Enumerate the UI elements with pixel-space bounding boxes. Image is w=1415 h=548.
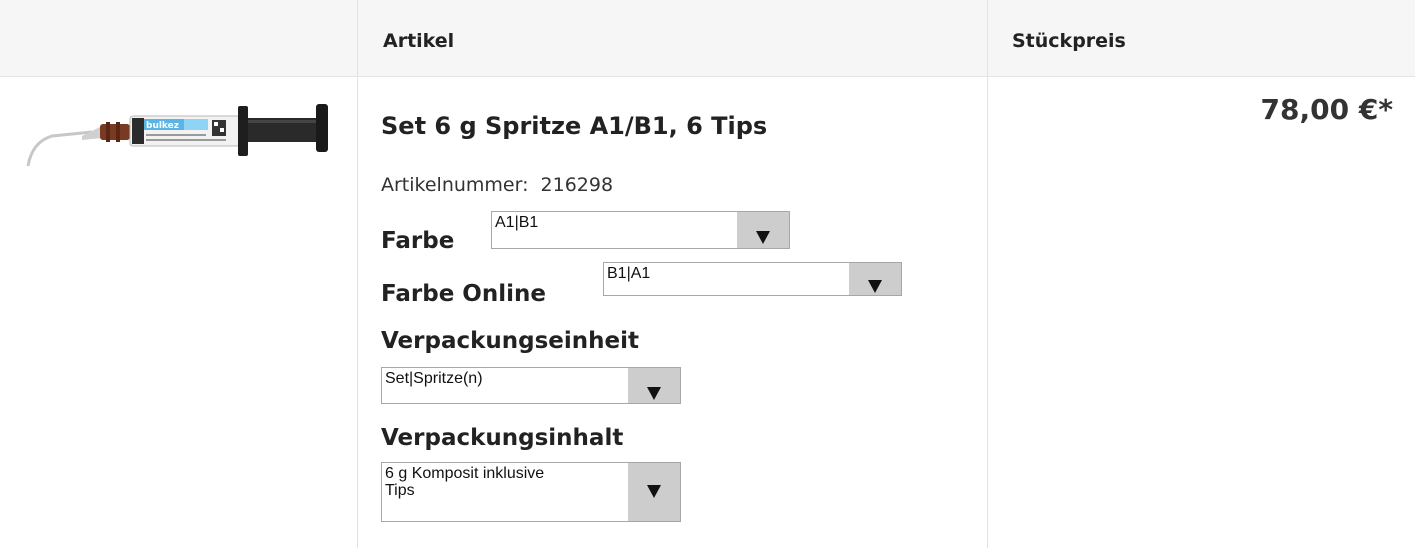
cart-table: Artikel Stückpreis bulkez Set 6 g Spritz… (0, 0, 1415, 548)
unit-price: 78,00 €* (1260, 93, 1393, 126)
farbe-online-select-arrow-box[interactable] (849, 263, 901, 295)
option-label-verpackungseinheit: Verpackungseinheit (381, 328, 640, 354)
verpackungsinhalt-select-arrow-box[interactable] (628, 463, 680, 521)
article-number-label: Artikelnummer: (381, 174, 529, 196)
verpackungsinhalt-select[interactable]: 6 g Komposit inklusive Tips (381, 462, 681, 522)
table-header: Artikel Stückpreis (0, 0, 1415, 77)
farbe-select-value: A1|B1 (495, 214, 539, 231)
column-divider (357, 0, 358, 548)
verpackungseinheit-select[interactable]: Set|Spritze(n) (381, 367, 681, 404)
column-header-artikel: Artikel (383, 30, 455, 52)
column-divider (987, 0, 988, 548)
syringe-brand-text: bulkez (146, 121, 179, 131)
article-number-value: 216298 (540, 174, 614, 196)
option-label-farbe: Farbe (381, 228, 455, 254)
verpackungseinheit-select-arrow-box[interactable] (628, 368, 680, 403)
column-header-stueckpreis: Stückpreis (1012, 30, 1126, 52)
product-image[interactable]: bulkez (22, 92, 340, 182)
farbe-online-select-value: B1|A1 (607, 265, 651, 282)
chevron-down-icon (647, 485, 661, 498)
chevron-down-icon (756, 231, 770, 244)
farbe-select-arrow-box[interactable] (737, 212, 789, 248)
verpackungseinheit-select-value: Set|Spritze(n) (385, 370, 483, 387)
farbe-select[interactable]: A1|B1 (491, 211, 790, 249)
verpackungsinhalt-value-line2: Tips (385, 482, 415, 499)
option-label-verpackungsinhalt: Verpackungsinhalt (381, 425, 624, 451)
option-label-farbe-online: Farbe Online (381, 281, 546, 307)
chevron-down-icon (647, 387, 661, 400)
verpackungsinhalt-value-line1: 6 g Komposit inklusive (385, 465, 545, 482)
verpackungsinhalt-select-value: 6 g Komposit inklusive Tips (385, 465, 544, 499)
farbe-online-select[interactable]: B1|A1 (603, 262, 902, 296)
chevron-down-icon (868, 280, 882, 293)
product-title[interactable]: Set 6 g Spritze A1/B1, 6 Tips (381, 112, 767, 140)
article-number: Artikelnummer: 216298 (381, 174, 613, 196)
